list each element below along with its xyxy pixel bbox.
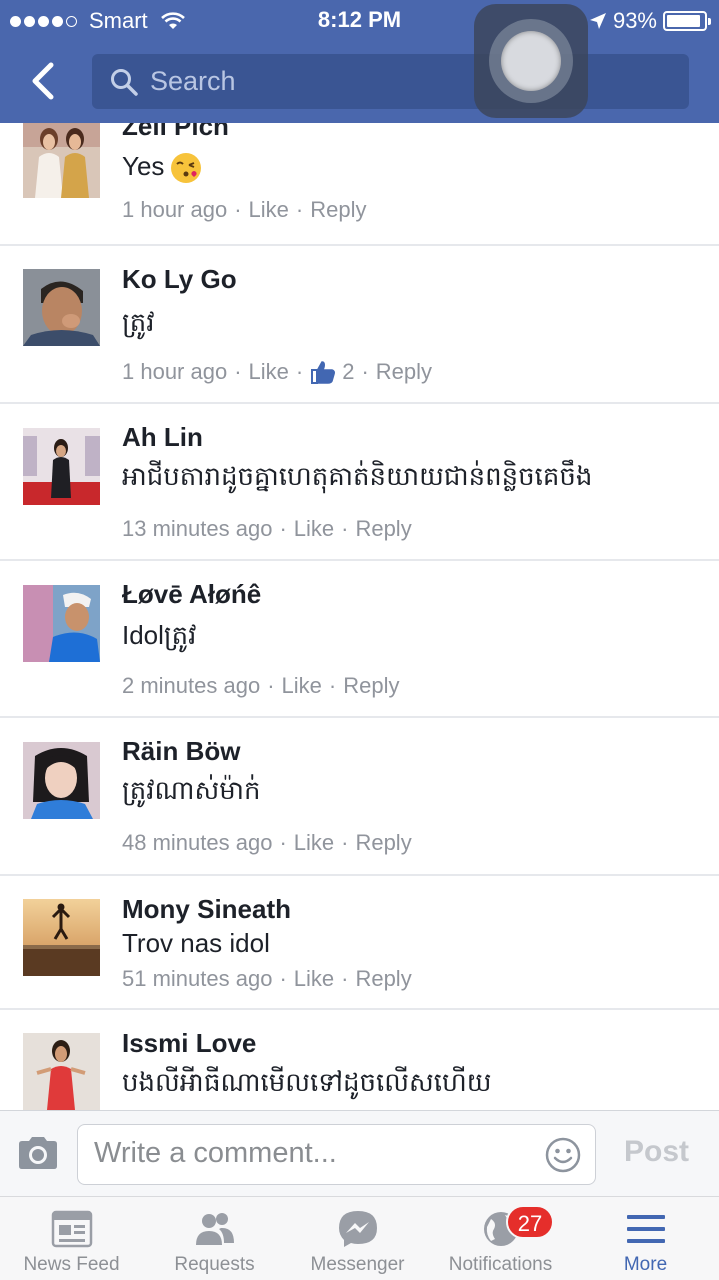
comment-text: អាជីបតារាដូចគ្នាហេតុគាត់និយាយជាន់ពន្លិចគ… (122, 461, 593, 491)
comment-text: ត្រូវ (122, 307, 155, 337)
battery-status: 93% (589, 8, 711, 34)
comment-input[interactable] (94, 1137, 534, 1170)
like-button[interactable]: Like (294, 966, 334, 992)
comment-actions: 2 minutes ago · Like · Reply (122, 673, 400, 699)
commenter-name[interactable]: Zeïi Pich (122, 123, 229, 142)
commenter-name[interactable]: Ko Ly Go (122, 264, 237, 295)
battery-percent: 93% (612, 8, 657, 33)
news-feed-icon (51, 1210, 92, 1248)
comment-text: Trov nas idol (122, 928, 270, 958)
emoji-picker-icon[interactable] (545, 1137, 581, 1173)
top-navigation-bar: Smart 8:12 PM 93% (0, 0, 719, 123)
comment-timestamp: 1 hour ago (122, 197, 228, 222)
status-bar: Smart 8:12 PM 93% (0, 0, 719, 40)
comment-text: Yes (122, 151, 202, 184)
location-arrow-icon (589, 13, 606, 29)
reply-button[interactable]: Reply (343, 673, 399, 699)
commenter-name[interactable]: Mony Sineath (122, 894, 291, 925)
bottom-tab-bar: News Feed Requests Messenger 27 Notifica… (0, 1196, 719, 1280)
likes-count[interactable]: 2 (310, 359, 354, 385)
search-input[interactable] (150, 66, 530, 97)
search-bar[interactable] (92, 54, 689, 109)
avatar[interactable] (23, 1033, 100, 1110)
like-button[interactable]: Like (282, 673, 322, 699)
avatar[interactable] (23, 899, 100, 976)
comment-item: Łøvē Ałøńê Idolត្រូវ 2 minutes ago · Lik… (0, 561, 719, 718)
commenter-name[interactable]: Issmi Love (122, 1028, 256, 1059)
reply-button[interactable]: Reply (355, 516, 411, 542)
comment-text: បងលីអីាធីណាមើលទៅដូចលើសហើយ (122, 1067, 492, 1097)
avatar[interactable] (23, 428, 100, 505)
post-button[interactable]: Post (624, 1135, 689, 1169)
like-button[interactable]: Like (294, 516, 334, 542)
comment-actions: 51 minutes ago · Like · Reply (122, 966, 412, 992)
tab-messenger[interactable]: Messenger (286, 1197, 429, 1280)
comment-composer: Post (0, 1110, 719, 1196)
camera-icon[interactable] (16, 1135, 60, 1171)
commenter-name[interactable]: Ah Lin (122, 422, 203, 453)
tab-news-feed[interactable]: News Feed (0, 1197, 143, 1280)
comment-timestamp: 1 hour ago (122, 359, 228, 384)
comment-item: Ko Ly Go ត្រូវ 1 hour ago · Like · 2 · R… (0, 246, 719, 404)
avatar[interactable] (23, 742, 100, 819)
avatar[interactable] (23, 123, 100, 198)
comment-text: Idolត្រូវ (122, 620, 197, 650)
comments-list: Zeïi Pich Yes 1 hour ago · Like · Reply (0, 123, 719, 1110)
notification-badge: 27 (506, 1205, 554, 1239)
like-button[interactable]: Like (294, 830, 334, 856)
reply-button[interactable]: Reply (355, 966, 411, 992)
comment-timestamp: 48 minutes ago (122, 830, 273, 855)
thumbs-up-icon (311, 361, 336, 384)
like-button[interactable]: Like (249, 359, 289, 385)
tab-requests[interactable]: Requests (143, 1197, 286, 1280)
tab-label: Messenger (310, 1254, 405, 1275)
comment-item: Ah Lin អាជីបតារាដូចគ្នាហេតុគាត់និយាយជាន់… (0, 404, 719, 561)
tab-notifications[interactable]: 27 Notifications (429, 1197, 572, 1280)
like-button[interactable]: Like (249, 197, 289, 223)
assistive-touch-button[interactable] (474, 4, 588, 118)
comment-actions: 48 minutes ago · Like · Reply (122, 830, 412, 856)
comment-input-box[interactable] (77, 1124, 596, 1185)
comment-text: ត្រូវណាស់ម៉ាក់ (122, 775, 261, 805)
comment-item: Räin Böw ត្រូវណាស់ម៉ាក់ 48 minutes ago ·… (0, 718, 719, 876)
comment-timestamp: 51 minutes ago (122, 966, 273, 991)
friend-requests-icon (195, 1213, 234, 1245)
reply-button[interactable]: Reply (310, 197, 366, 223)
comment-actions: 1 hour ago · Like · Reply (122, 197, 367, 223)
messenger-icon (338, 1211, 377, 1247)
kissing-face-emoji-icon (171, 153, 202, 184)
tab-label: Requests (174, 1254, 255, 1275)
tab-more[interactable]: More (572, 1197, 719, 1280)
hamburger-menu-icon (626, 1215, 665, 1243)
back-button[interactable] (22, 56, 62, 106)
commenter-name[interactable]: Räin Böw (122, 736, 240, 767)
tab-label: More (623, 1254, 668, 1275)
search-icon (111, 68, 138, 96)
commenter-name[interactable]: Łøvē Ałøńê (122, 579, 261, 610)
reply-button[interactable]: Reply (355, 830, 411, 856)
avatar[interactable] (23, 269, 100, 346)
comment-timestamp: 2 minutes ago (122, 673, 261, 698)
reply-button[interactable]: Reply (376, 359, 432, 385)
avatar[interactable] (23, 585, 100, 662)
comment-actions: 1 hour ago · Like · 2 · Reply (122, 359, 433, 385)
comment-item: Zeïi Pich Yes 1 hour ago · Like · Reply (0, 123, 719, 246)
comment-item: Issmi Love បងលីអីាធីណាមើលទៅដូចលើសហើយ (0, 1010, 719, 1110)
comment-timestamp: 13 minutes ago (122, 516, 273, 541)
battery-icon (663, 11, 711, 31)
tab-label: Notifications (448, 1254, 553, 1275)
comment-actions: 13 minutes ago · Like · Reply (122, 516, 412, 542)
chevron-left-icon (32, 62, 54, 100)
tab-label: News Feed (23, 1254, 120, 1275)
comment-item: Mony Sineath Trov nas idol 51 minutes ag… (0, 876, 719, 1010)
